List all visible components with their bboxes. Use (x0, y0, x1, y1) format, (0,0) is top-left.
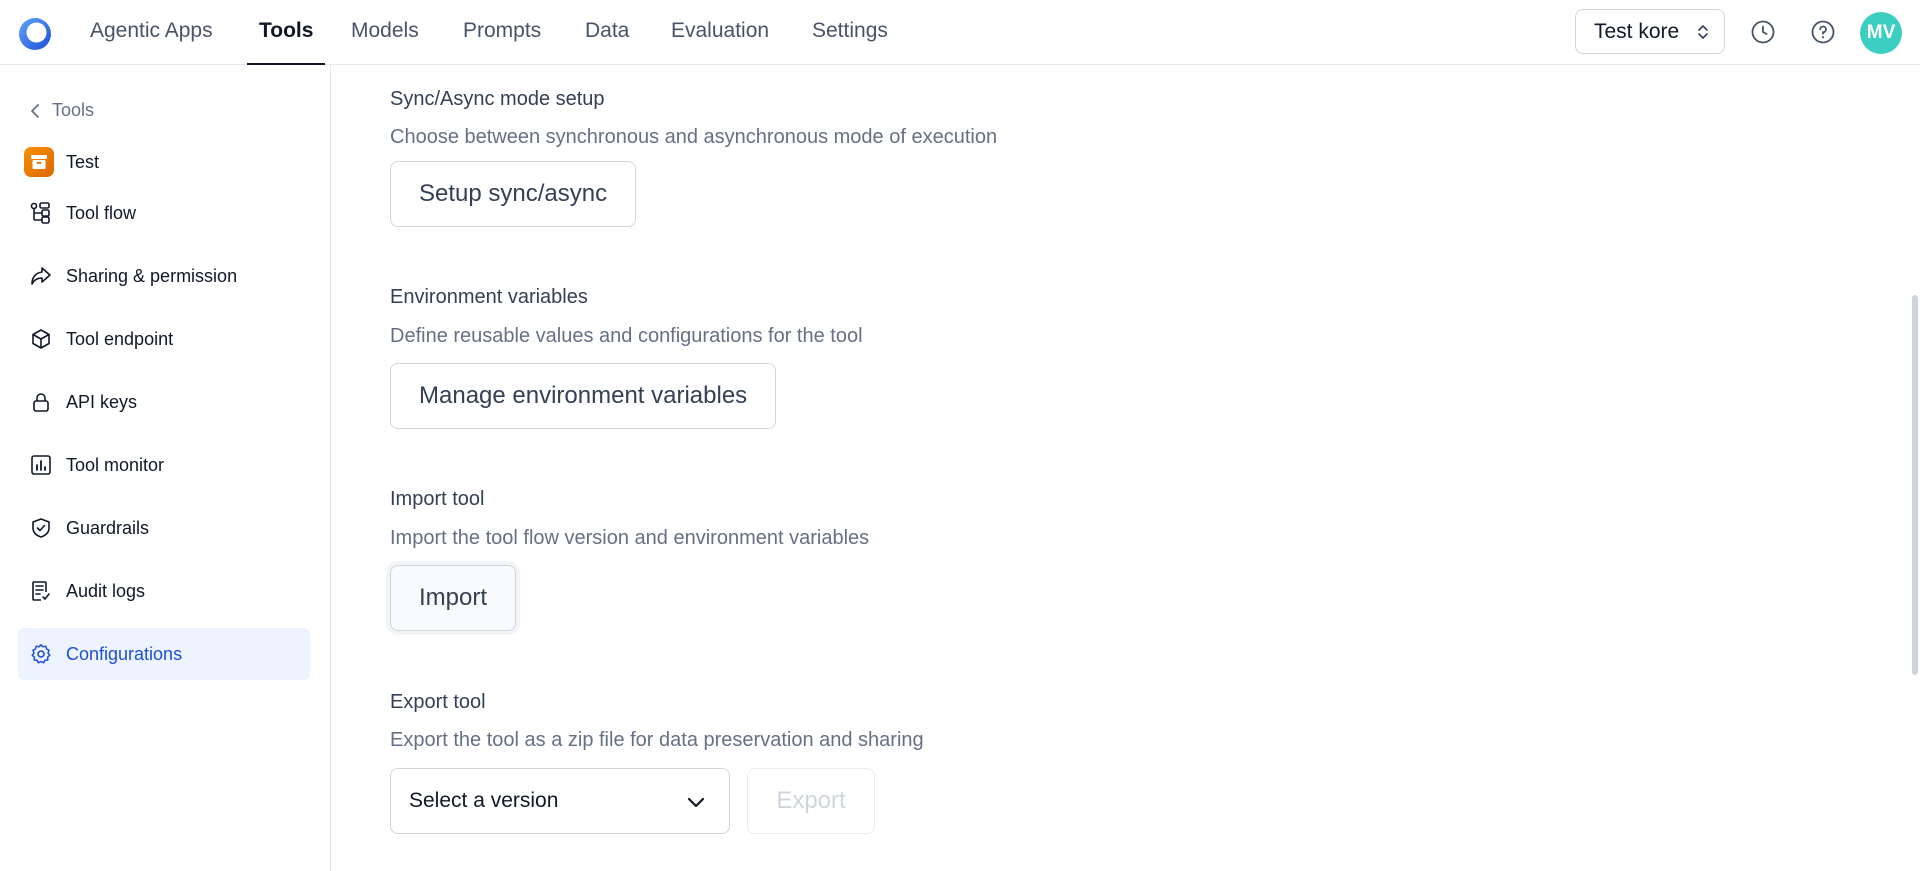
shield-icon (32, 518, 50, 538)
app-logo-icon[interactable] (17, 16, 53, 52)
back-to-tools-link[interactable]: Tools (30, 100, 94, 121)
env-section-description: Define reusable values and configuration… (390, 325, 863, 347)
sidebar-item-label: Guardrails (66, 517, 150, 538)
export-button[interactable]: Export (747, 768, 875, 834)
sidebar-item-audit-logs[interactable]: Audit logs (18, 565, 310, 617)
sidebar-item-configurations[interactable]: Configurations (18, 628, 310, 680)
import-section-description: Import the tool flow version and environ… (390, 527, 870, 549)
tool-title: Test (24, 147, 99, 177)
tab-data[interactable]: Data (585, 0, 629, 65)
version-select-placeholder: Select a version (409, 789, 559, 812)
sidebar-item-label: Tool monitor (66, 454, 165, 475)
workspace-selector[interactable]: Test kore (1575, 9, 1725, 54)
help-icon[interactable] (1810, 19, 1836, 45)
tool-name-label: Test (66, 151, 100, 172)
import-button[interactable]: Import (390, 565, 517, 631)
import-section-title: Import tool (390, 488, 485, 510)
tool-box-icon (24, 147, 54, 177)
flow-icon (30, 202, 50, 224)
sidebar-item-label: Tool endpoint (66, 328, 174, 349)
version-select[interactable]: Select a version (390, 768, 730, 834)
back-link-label: Tools (52, 100, 95, 120)
lock-icon (33, 393, 49, 412)
chevron-left-icon (31, 103, 39, 118)
log-icon (32, 581, 50, 601)
gear-icon (31, 644, 51, 664)
chart-icon (31, 455, 51, 475)
sync-section-title: Sync/Async mode setup (390, 88, 605, 110)
sidebar-item-label: API keys (66, 391, 138, 412)
tab-agentic-apps[interactable]: Agentic Apps (90, 0, 213, 65)
sidebar-item-tool-monitor[interactable]: Tool monitor (18, 439, 310, 491)
avatar[interactable]: MV (1860, 12, 1902, 54)
tab-prompts[interactable]: Prompts (463, 0, 541, 65)
tab-settings[interactable]: Settings (812, 0, 888, 65)
sidebar-item-guardrails[interactable]: Guardrails (18, 502, 310, 554)
workspace-name: Test kore (1594, 19, 1680, 43)
sidebar-item-sharing[interactable]: Sharing & permission (18, 250, 310, 302)
chevron-down-icon (687, 797, 705, 808)
sidebar-item-label: Tool flow (66, 202, 137, 223)
tab-models[interactable]: Models (351, 0, 419, 65)
sidebar-item-label: Audit logs (66, 580, 146, 601)
export-section-description: Export the tool as a zip file for data p… (390, 729, 924, 751)
sidebar-item-label: Configurations (66, 643, 183, 664)
top-navigation-bar: Agentic Apps Tools Models Prompts Data E… (0, 0, 1920, 66)
tab-evaluation[interactable]: Evaluation (671, 0, 769, 65)
sidebar-item-label: Sharing & permission (66, 265, 238, 286)
manage-env-variables-button[interactable]: Manage environment variables (390, 363, 777, 429)
sidebar-item-api-keys[interactable]: API keys (18, 376, 310, 428)
export-section-title: Export tool (390, 691, 486, 713)
history-icon[interactable] (1750, 19, 1776, 45)
sidebar: Tools Test Tool flow Sharing & permissio… (0, 65, 331, 871)
cube-icon (32, 329, 50, 349)
share-icon (31, 267, 51, 285)
configurations-panel: Sync/Async mode setup Choose between syn… (332, 65, 1920, 871)
setup-sync-async-button[interactable]: Setup sync/async (390, 161, 637, 227)
tab-tools[interactable]: Tools (246, 0, 327, 66)
scrollbar-thumb[interactable] (1912, 295, 1918, 675)
chevron-up-down-icon (1698, 25, 1708, 39)
env-section-title: Environment variables (390, 286, 588, 308)
sidebar-item-tool-endpoint[interactable]: Tool endpoint (18, 313, 310, 365)
sync-section-description: Choose between synchronous and asynchron… (390, 126, 998, 148)
sidebar-item-tool-flow[interactable]: Tool flow (18, 187, 310, 239)
